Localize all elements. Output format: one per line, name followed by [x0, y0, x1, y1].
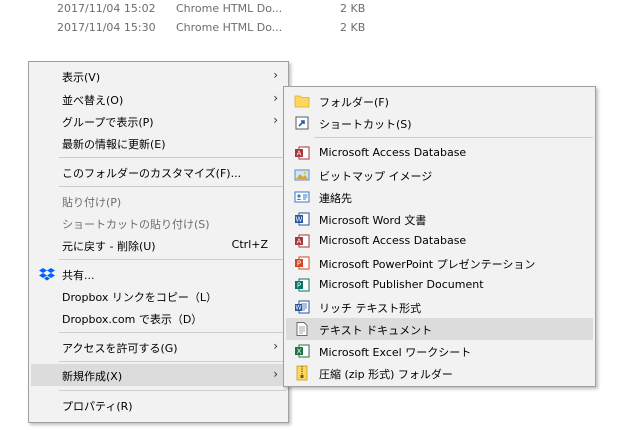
file-row[interactable]: 2017/11/04 15:02 Chrome HTML Do... 2 KB	[0, 0, 620, 18]
chevron-right-icon: ›	[273, 367, 278, 381]
keyboard-shortcut: Ctrl+Z	[231, 238, 268, 251]
new-submenu: フォルダー(F) ショートカット(S) A Microsoft Access D…	[283, 86, 596, 387]
svg-text:A: A	[297, 238, 302, 246]
file-date: 2017/11/04 15:30	[57, 21, 156, 34]
chevron-right-icon: ›	[273, 113, 278, 127]
svg-text:W: W	[296, 305, 302, 312]
menu-item-paste-shortcut: ショートカットの貼り付け(S)	[31, 212, 286, 234]
menu-item-new[interactable]: 新規作成(X) ›	[31, 364, 286, 386]
powerpoint-icon: P	[295, 256, 310, 270]
menu-item-view[interactable]: 表示(V) ›	[31, 65, 286, 87]
chevron-right-icon: ›	[273, 339, 278, 353]
chevron-right-icon: ›	[273, 68, 278, 82]
menu-item-paste: 貼り付け(P)	[31, 190, 286, 212]
menu-item-label: グループで表示(P)	[62, 116, 154, 129]
menu-item-label: Dropbox リンクをコピー（L）	[62, 291, 217, 304]
menu-item-group-by[interactable]: グループで表示(P) ›	[31, 110, 286, 132]
menu-item-dropbox-view[interactable]: Dropbox.com で表示（D）	[31, 307, 286, 329]
menu-item-label: 共有...	[62, 269, 95, 282]
file-date: 2017/11/04 15:02	[57, 2, 156, 15]
submenu-item-label: Microsoft Excel ワークシート	[319, 346, 472, 359]
submenu-item-label: ショートカット(S)	[319, 118, 412, 131]
submenu-item-access-database[interactable]: A Microsoft Access Database	[286, 142, 593, 164]
submenu-item-label: テキスト ドキュメント	[319, 324, 433, 337]
submenu-item-label: Microsoft PowerPoint プレゼンテーション	[319, 258, 536, 271]
menu-item-label: 表示(V)	[62, 71, 101, 84]
submenu-item-word[interactable]: W Microsoft Word 文書	[286, 208, 593, 230]
menu-item-label: 新規作成(X)	[62, 370, 123, 383]
menu-item-give-access[interactable]: アクセスを許可する(G) ›	[31, 336, 286, 358]
bitmap-icon	[294, 169, 310, 181]
submenu-item-bitmap[interactable]: ビットマップ イメージ	[286, 164, 593, 186]
rich-text-icon: W	[295, 300, 310, 314]
menu-separator	[59, 157, 286, 158]
menu-item-undo-delete[interactable]: 元に戻す - 削除(U) Ctrl+Z	[31, 234, 286, 256]
menu-separator	[314, 137, 593, 138]
chevron-right-icon: ›	[273, 91, 278, 105]
contact-card-icon	[294, 191, 310, 203]
menu-item-refresh[interactable]: 最新の情報に更新(E)	[31, 132, 286, 154]
file-size: 2 KB	[340, 2, 366, 15]
access-icon: A	[295, 146, 310, 160]
menu-item-sort-by[interactable]: 並べ替え(O) ›	[31, 88, 286, 110]
access-icon: A	[295, 234, 310, 248]
svg-text:X: X	[297, 348, 302, 356]
word-icon: W	[295, 212, 310, 226]
menu-item-label: このフォルダーのカスタマイズ(F)...	[62, 167, 242, 180]
submenu-item-label: Microsoft Access Database	[319, 234, 467, 247]
submenu-item-powerpoint[interactable]: P Microsoft PowerPoint プレゼンテーション	[286, 252, 593, 274]
svg-text:W: W	[296, 216, 303, 224]
submenu-item-zip[interactable]: 圧縮 (zip 形式) フォルダー	[286, 362, 593, 384]
submenu-item-excel[interactable]: X Microsoft Excel ワークシート	[286, 340, 593, 362]
excel-icon: X	[295, 344, 310, 358]
submenu-item-label: 圧縮 (zip 形式) フォルダー	[319, 368, 453, 381]
submenu-item-text-document[interactable]: テキスト ドキュメント	[286, 318, 593, 340]
submenu-item-label: フォルダー(F)	[319, 96, 389, 109]
submenu-item-label: Microsoft Word 文書	[319, 214, 427, 227]
menu-separator	[59, 186, 286, 187]
submenu-item-contact[interactable]: 連絡先	[286, 186, 593, 208]
menu-item-label: 最新の情報に更新(E)	[62, 138, 166, 151]
submenu-item-label: Microsoft Access Database	[319, 146, 467, 159]
submenu-item-shortcut[interactable]: ショートカット(S)	[286, 112, 593, 134]
menu-separator	[59, 259, 286, 260]
menu-item-label: 貼り付け(P)	[62, 196, 122, 209]
submenu-item-rich-text[interactable]: W リッチ テキスト形式	[286, 296, 593, 318]
menu-item-label: Dropbox.com で表示（D）	[62, 313, 203, 326]
menu-item-label: 並べ替え(O)	[62, 94, 124, 107]
dropbox-icon	[39, 268, 55, 281]
menu-item-label: ショートカットの貼り付け(S)	[62, 218, 210, 231]
submenu-item-publisher[interactable]: P Microsoft Publisher Document	[286, 274, 593, 296]
file-type: Chrome HTML Do...	[176, 21, 283, 34]
menu-item-label: 元に戻す - 削除(U)	[62, 240, 156, 253]
shortcut-arrow-icon	[295, 116, 309, 130]
zip-folder-icon	[296, 365, 308, 381]
menu-item-label: プロパティ(R)	[62, 400, 133, 413]
file-type: Chrome HTML Do...	[176, 2, 283, 15]
submenu-item-label: リッチ テキスト形式	[319, 302, 422, 315]
file-row[interactable]: 2017/11/04 15:30 Chrome HTML Do... 2 KB	[0, 19, 620, 37]
folder-icon	[294, 95, 310, 108]
submenu-item-access-database-2[interactable]: A Microsoft Access Database	[286, 230, 593, 252]
submenu-item-label: 連絡先	[319, 192, 352, 205]
menu-item-label: アクセスを許可する(G)	[62, 342, 178, 355]
submenu-item-label: ビットマップ イメージ	[319, 170, 433, 183]
menu-item-share[interactable]: 共有...	[31, 263, 286, 285]
menu-separator	[59, 332, 286, 333]
svg-text:P: P	[297, 260, 301, 268]
svg-text:P: P	[297, 282, 301, 290]
menu-item-properties[interactable]: プロパティ(R)	[31, 394, 286, 416]
text-document-icon	[296, 322, 308, 336]
menu-separator	[59, 361, 286, 362]
submenu-item-folder[interactable]: フォルダー(F)	[286, 90, 593, 112]
context-menu: 表示(V) › 並べ替え(O) › グループで表示(P) › 最新の情報に更新(…	[28, 61, 289, 423]
submenu-item-label: Microsoft Publisher Document	[319, 278, 484, 291]
svg-text:A: A	[297, 150, 302, 158]
menu-separator	[59, 390, 286, 391]
menu-item-dropbox-copy-link[interactable]: Dropbox リンクをコピー（L）	[31, 285, 286, 307]
publisher-icon: P	[295, 278, 310, 292]
file-size: 2 KB	[340, 21, 366, 34]
menu-item-customize-folder[interactable]: このフォルダーのカスタマイズ(F)...	[31, 161, 286, 183]
